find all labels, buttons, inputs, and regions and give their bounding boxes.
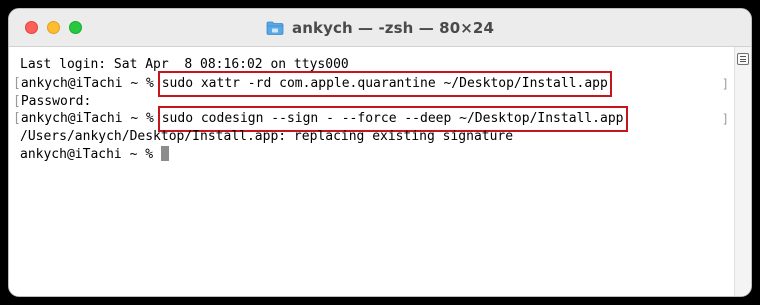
prompt: ankych@iTachi ~ % bbox=[20, 147, 161, 162]
bracket-right: ] bbox=[721, 112, 729, 126]
folder-icon bbox=[266, 20, 284, 36]
bracket-left: [ bbox=[13, 94, 21, 109]
scrollbar[interactable] bbox=[734, 47, 751, 296]
terminal-content[interactable]: Last login: Sat Apr 8 08:16:02 on ttys00… bbox=[9, 47, 751, 296]
list-icon[interactable] bbox=[737, 53, 749, 65]
text-cursor bbox=[160, 146, 169, 161]
highlighted-command-xattr: sudo xattr -rd com.apple.quarantine ~/De… bbox=[157, 71, 612, 97]
window-title-group: ankych — -zsh — 80×24 bbox=[9, 9, 751, 47]
output-line: /Users/ankych/Desktop/Install.app: repla… bbox=[20, 129, 514, 144]
title-bar[interactable]: ankych — -zsh — 80×24 bbox=[9, 9, 751, 47]
command-line-1: [ankych@iTachi ~ % sudo xattr -rd com.ap… bbox=[13, 71, 612, 97]
bracket-left: [ bbox=[13, 76, 21, 91]
command-line-2: [ankych@iTachi ~ % sudo codesign --sign … bbox=[13, 106, 628, 132]
highlighted-command-codesign: sudo codesign --sign - --force --deep ~/… bbox=[157, 106, 628, 132]
last-login-line: Last login: Sat Apr 8 08:16:02 on ttys00… bbox=[20, 57, 349, 72]
prompt: ankych@iTachi ~ % bbox=[20, 111, 162, 126]
prompt: ankych@iTachi ~ % bbox=[20, 76, 162, 91]
password-line: [Password: bbox=[13, 93, 91, 111]
current-prompt-line[interactable]: ankych@iTachi ~ % bbox=[20, 146, 169, 164]
password-prompt: Password: bbox=[20, 94, 92, 109]
terminal-window: ankych — -zsh — 80×24 Last login: Sat Ap… bbox=[8, 8, 752, 297]
window-title: ankych — -zsh — 80×24 bbox=[292, 19, 494, 37]
bracket-right: ] bbox=[721, 77, 729, 91]
bracket-left: [ bbox=[13, 111, 21, 126]
